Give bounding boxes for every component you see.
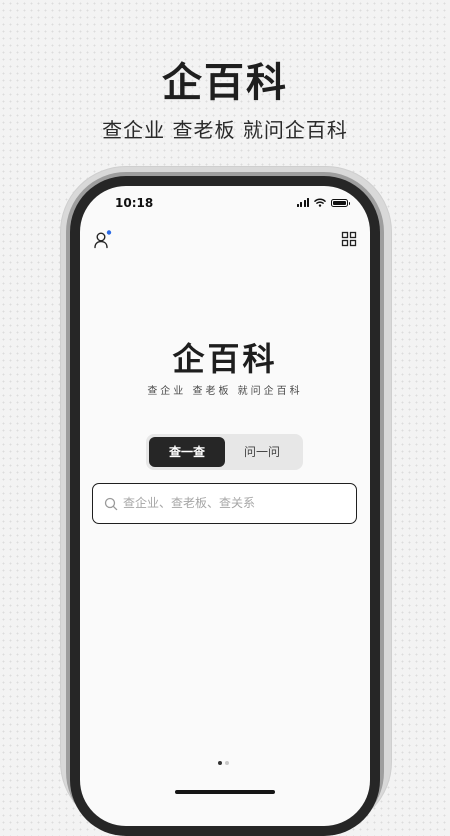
page-dot <box>225 761 229 765</box>
status-icons <box>296 198 350 207</box>
promo-title: 企百科 <box>162 60 288 106</box>
home-indicator[interactable] <box>175 790 275 794</box>
wifi-icon <box>314 198 326 207</box>
user-icon <box>94 230 112 249</box>
page-indicator <box>218 761 229 765</box>
search-input[interactable] <box>123 484 348 522</box>
app-title: 企百科 <box>172 340 278 378</box>
tab-ask[interactable]: 问一问 <box>224 437 300 467</box>
search-icon <box>104 497 118 511</box>
tab-search[interactable]: 查一查 <box>149 437 225 467</box>
battery-icon <box>331 198 350 207</box>
mode-toggle: 查一查 问一问 <box>146 434 303 470</box>
grid-icon <box>341 231 357 247</box>
notification-dot <box>106 230 112 235</box>
apps-button[interactable] <box>341 231 357 247</box>
page-dot-active <box>218 761 222 765</box>
promo-subtitle: 查企业 查老板 就问企百科 <box>102 118 348 142</box>
search-box[interactable] <box>92 483 357 524</box>
profile-button[interactable] <box>92 228 114 250</box>
phone-screen: 10:18 企百科 查企业 查老板 就问企百科 查一查 问一问 <box>80 186 370 826</box>
signal-icon <box>296 198 309 207</box>
app-slogan: 查企业 查老板 就问企百科 <box>147 386 303 397</box>
status-time: 10:18 <box>115 196 154 210</box>
